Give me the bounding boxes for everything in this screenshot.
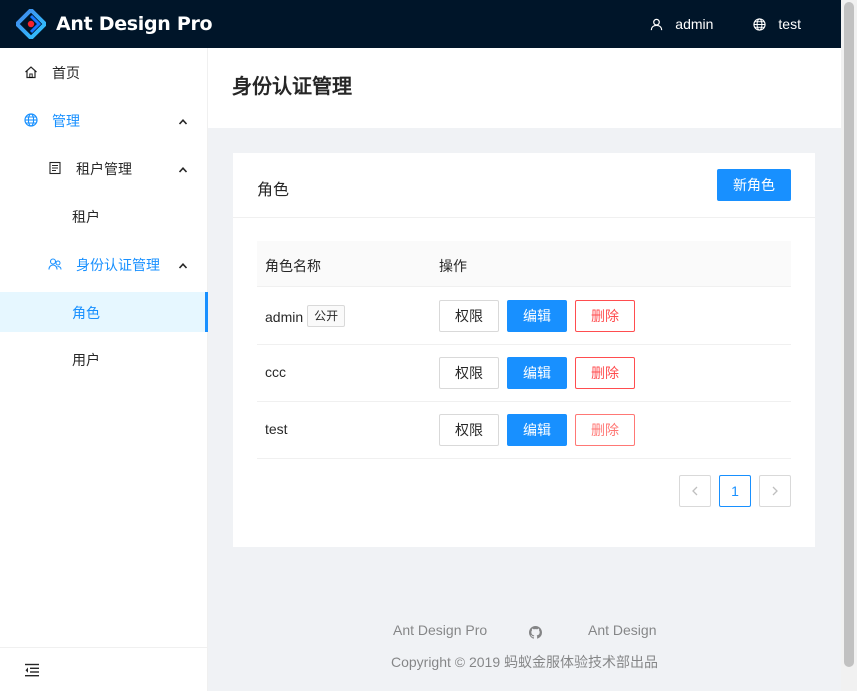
permission-button[interactable]: 权限 (439, 357, 499, 389)
permission-button[interactable]: 权限 (439, 414, 499, 446)
sidebar-item-user[interactable]: 用户 (0, 339, 208, 379)
sidebar-item-label: 用户 (72, 352, 100, 368)
sidebar-item-label: 租户管理 (76, 161, 132, 177)
chevron-up-icon (178, 114, 188, 130)
sidebar-item-label: 首页 (52, 65, 80, 81)
team-icon (48, 257, 62, 271)
footer-link-ant-design[interactable]: Ant Design (588, 622, 656, 638)
sidebar-item-label: 管理 (52, 113, 80, 129)
role-name: test (265, 421, 288, 437)
card-title: 角色 (257, 182, 290, 199)
app-title: Ant Design Pro (56, 13, 213, 35)
page-title: 身份认证管理 (232, 76, 352, 98)
sidebar-item-identity-management[interactable]: 身份认证管理 (0, 244, 208, 284)
role-name-cell: admin 公开 (265, 305, 346, 327)
public-tag: 公开 (307, 305, 346, 327)
permission-button[interactable]: 权限 (439, 300, 499, 332)
user-name: admin (675, 16, 714, 32)
pagination-prev-button[interactable] (679, 475, 711, 507)
chevron-up-icon (178, 258, 188, 274)
scrollbar-thumb[interactable] (844, 2, 854, 667)
edit-button[interactable]: 编辑 (507, 414, 567, 446)
menu-fold-icon[interactable] (24, 663, 40, 680)
sidebar-item-role[interactable]: 角色 (0, 292, 208, 332)
table-row: test 权限 编辑 删除 (257, 402, 791, 459)
header-actions: admin test (610, 0, 841, 48)
edit-button[interactable]: 编辑 (507, 300, 567, 332)
column-header-role-name: 角色名称 (265, 258, 321, 274)
logo[interactable]: Ant Design Pro (0, 0, 213, 48)
sidebar-item-tenant[interactable]: 租户 (0, 196, 208, 236)
role-name: ccc (265, 364, 286, 380)
table-row: ccc 权限 编辑 删除 (257, 345, 791, 402)
card-header: 角色 新角色 (233, 153, 815, 218)
top-header: Ant Design Pro admin test (0, 0, 841, 48)
pagination-next-button[interactable] (759, 475, 791, 507)
profile-icon (48, 161, 62, 175)
chevron-right-icon (772, 486, 778, 496)
copyright: Copyright © 2019 蚂蚁金服体验技术部出品 (390, 654, 659, 670)
sidebar-item-label: 身份认证管理 (76, 257, 160, 273)
tenant-switcher[interactable]: test (753, 16, 801, 32)
chevron-up-icon (178, 162, 188, 178)
table-header: 角色名称 操作 (257, 241, 791, 287)
sidebar: 首页 管理 租户管理 租户 身份认证管理 角色 用户 (0, 48, 208, 691)
role-card: 角色 新角色 角色名称 操作 admin 公开 权限 编辑 删除 ccc 权限 … (233, 153, 815, 547)
user-menu[interactable]: admin (650, 16, 713, 32)
page-header: 身份认证管理 (208, 48, 841, 128)
table-row: admin 公开 权限 编辑 删除 (257, 288, 791, 345)
footer-link-ant-design-pro[interactable]: Ant Design Pro (393, 622, 487, 638)
footer-links: Ant Design Pro Ant Design (208, 622, 841, 642)
sidebar-item-manage[interactable]: 管理 (0, 100, 208, 140)
home-icon (24, 65, 38, 79)
github-icon[interactable] (529, 626, 542, 642)
delete-button[interactable]: 删除 (575, 300, 635, 332)
sidebar-item-label: 角色 (72, 305, 100, 321)
user-icon (651, 18, 663, 30)
edit-button[interactable]: 编辑 (507, 357, 567, 389)
column-header-actions: 操作 (439, 258, 467, 274)
sidebar-item-label: 租户 (72, 209, 100, 225)
sidebar-item-tenant-management[interactable]: 租户管理 (0, 148, 208, 188)
global-icon (753, 17, 767, 31)
role-name-cell: test (265, 421, 288, 437)
delete-button[interactable]: 删除 (575, 414, 635, 446)
delete-button[interactable]: 删除 (575, 357, 635, 389)
sidebar-footer (0, 647, 208, 691)
role-name-cell: ccc (265, 364, 286, 380)
scrollbar[interactable] (841, 0, 857, 691)
tenant-name: test (778, 16, 801, 32)
role-name: admin (265, 309, 304, 325)
sidebar-item-home[interactable]: 首页 (0, 52, 208, 92)
pagination-page-1[interactable]: 1 (719, 475, 751, 507)
ant-design-logo-icon (14, 7, 48, 41)
new-role-button[interactable]: 新角色 (717, 169, 791, 201)
chevron-left-icon (692, 486, 698, 496)
global-icon (24, 113, 38, 127)
